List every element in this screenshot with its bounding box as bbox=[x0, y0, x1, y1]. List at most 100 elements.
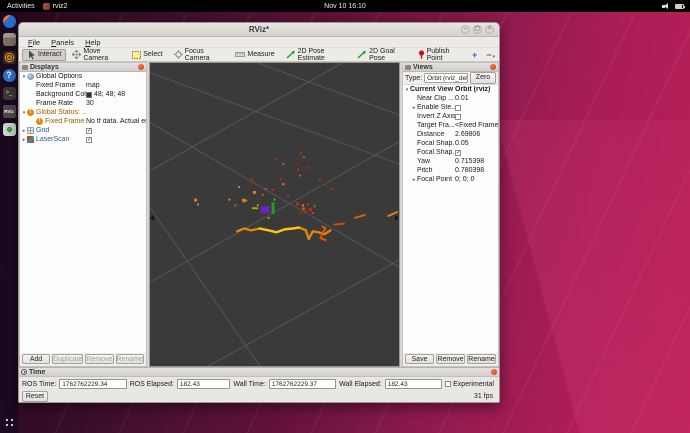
render-viewport[interactable] bbox=[149, 62, 400, 367]
displays-row-value[interactable]: 30 bbox=[86, 100, 146, 107]
displays-row[interactable]: Fixed Framemap bbox=[20, 81, 146, 90]
dock-item-rhythmbox-icon[interactable] bbox=[3, 51, 16, 64]
focused-app-menu[interactable]: rviz2 bbox=[43, 3, 68, 10]
activities-button[interactable]: Activities bbox=[7, 3, 35, 10]
titlebar[interactable]: RViz* − ▢ × bbox=[19, 23, 499, 37]
displays-row-value[interactable]: ✓ bbox=[86, 128, 146, 134]
splitter-collapse-right-icon[interactable] bbox=[395, 215, 399, 221]
dock-item-rviz-icon[interactable]: RViz bbox=[3, 105, 16, 118]
views-panel-header[interactable]: Views bbox=[403, 63, 498, 72]
time-close-icon[interactable] bbox=[491, 369, 497, 375]
views-row-value[interactable]: 0.05 bbox=[455, 140, 498, 147]
displays-row-value[interactable]: 48; 48; 48 bbox=[86, 91, 146, 98]
views-type-dropdown[interactable]: Orbit (rviz_defa ▾ bbox=[424, 73, 468, 83]
display-name: Global Status: ... bbox=[36, 109, 86, 116]
views-remove-button[interactable]: Remove bbox=[436, 354, 465, 364]
clock[interactable]: Nov 10 16:10 bbox=[324, 3, 366, 10]
time-field-input[interactable]: 182.43 bbox=[177, 379, 230, 389]
volume-icon[interactable] bbox=[662, 3, 670, 10]
views-row[interactable]: Focal Shap...✓ bbox=[403, 148, 498, 157]
laser-scan-point bbox=[303, 156, 305, 158]
displays-panel-header[interactable]: Displays bbox=[20, 63, 146, 72]
dock-item-firefox-icon[interactable] bbox=[3, 15, 16, 28]
property-value: 2.69806 bbox=[455, 131, 480, 138]
laser-scan-point bbox=[302, 204, 304, 206]
views-rename-button[interactable]: Rename bbox=[467, 354, 496, 364]
minimize-icon[interactable]: − bbox=[461, 25, 470, 34]
views-row-value[interactable] bbox=[455, 114, 498, 120]
laser-scan-point bbox=[302, 207, 305, 210]
displays-row[interactable]: Frame Rate30 bbox=[20, 99, 146, 108]
views-row-value[interactable]: ✓ bbox=[455, 150, 498, 156]
display-name: Grid bbox=[36, 127, 49, 134]
views-row-value[interactable]: Orbit (rviz) bbox=[455, 86, 498, 93]
displays-close-icon[interactable] bbox=[138, 64, 144, 70]
experimental-checkbox[interactable] bbox=[445, 381, 451, 387]
views-row-value[interactable]: <Fixed Frame> bbox=[455, 122, 498, 129]
displays-row-value[interactable]: map bbox=[86, 82, 146, 89]
time-field-input[interactable]: 1762762229.34 bbox=[59, 379, 126, 389]
views-row[interactable]: Focal Shap...0.05 bbox=[403, 139, 498, 148]
add-tool-button[interactable]: + bbox=[468, 50, 481, 60]
dock-item-terminal-icon[interactable]: >_ bbox=[3, 87, 16, 100]
time-field-input[interactable]: 1762762229.37 bbox=[269, 379, 336, 389]
displays-row[interactable]: !Fixed FrameNo tf data. Actual err... bbox=[20, 117, 146, 126]
close-icon[interactable]: × bbox=[485, 25, 494, 34]
tool-2d-pose-estimate[interactable]: 2D Pose Estimate bbox=[281, 49, 352, 61]
tool-publish-point[interactable]: Publish Point bbox=[413, 49, 467, 61]
views-row[interactable]: Target Fra...<Fixed Frame> bbox=[403, 121, 498, 130]
displays-add-button[interactable]: Add bbox=[22, 354, 50, 364]
display-name: Fixed Frame bbox=[45, 118, 84, 125]
views-row[interactable]: ▾Current ViewOrbit (rviz) bbox=[403, 85, 498, 94]
views-row-value[interactable]: 0.715398 bbox=[455, 158, 498, 165]
remove-tool-button[interactable]: −▾ bbox=[482, 50, 499, 60]
menu-file[interactable]: File bbox=[23, 38, 45, 47]
tool-focus-camera[interactable]: Focus Camera bbox=[169, 49, 230, 61]
checkbox-checked[interactable]: ✓ bbox=[455, 150, 461, 156]
views-row[interactable]: Distance2.69806 bbox=[403, 130, 498, 139]
views-close-icon[interactable] bbox=[490, 64, 496, 70]
views-row-value[interactable]: 2.69806 bbox=[455, 131, 498, 138]
views-row[interactable]: ▸Enable Ste... bbox=[403, 103, 498, 112]
tool-interact[interactable]: Interact bbox=[22, 49, 66, 61]
views-save-button[interactable]: Save bbox=[405, 354, 434, 364]
tool-select[interactable]: Select bbox=[127, 49, 167, 61]
zero-button[interactable]: Zero bbox=[470, 72, 496, 84]
splitter-collapse-left-icon[interactable] bbox=[150, 215, 154, 221]
tool-measure[interactable]: Measure bbox=[230, 49, 279, 61]
views-row[interactable]: Invert Z Axis bbox=[403, 112, 498, 121]
reset-button[interactable]: Reset bbox=[22, 391, 48, 402]
views-row[interactable]: Near Clip ...0.01 bbox=[403, 94, 498, 103]
enabled-checkbox[interactable]: ✓ bbox=[86, 137, 92, 143]
displays-row-value[interactable]: No tf data. Actual err... bbox=[86, 118, 146, 125]
displays-row[interactable]: ▸LaserScan✓ bbox=[20, 135, 146, 144]
views-row[interactable]: ▸Focal Point0; 0; 0 bbox=[403, 175, 498, 184]
time-panel-header[interactable]: Time bbox=[19, 368, 499, 377]
views-row[interactable]: Yaw0.715398 bbox=[403, 157, 498, 166]
checkbox-unchecked[interactable] bbox=[455, 105, 461, 111]
menu-panels[interactable]: Panels bbox=[46, 38, 79, 47]
maximize-icon[interactable]: ▢ bbox=[473, 25, 482, 34]
tool-move-camera[interactable]: Move Camera bbox=[67, 49, 126, 61]
displays-row[interactable]: Background Color48; 48; 48 bbox=[20, 90, 146, 99]
displays-row[interactable]: ▾Global Options bbox=[20, 72, 146, 81]
views-row[interactable]: Pitch0.780398 bbox=[403, 166, 498, 175]
views-row-value[interactable]: 0.780398 bbox=[455, 167, 498, 174]
views-row-value[interactable]: 0; 0; 0 bbox=[455, 176, 498, 183]
dock-item-software-icon[interactable] bbox=[3, 123, 16, 136]
menu-help[interactable]: Help bbox=[80, 38, 105, 47]
checkbox-unchecked[interactable] bbox=[455, 114, 461, 120]
displays-row[interactable]: ▸Grid✓ bbox=[20, 126, 146, 135]
displays-row[interactable]: ▾!Global Status: ... bbox=[20, 108, 146, 117]
displays-row-value[interactable]: ✓ bbox=[86, 137, 146, 143]
time-field-input[interactable]: 182.43 bbox=[385, 379, 442, 389]
enabled-checkbox[interactable]: ✓ bbox=[86, 128, 92, 134]
views-row-value[interactable] bbox=[455, 105, 498, 111]
views-row-value[interactable]: 0.01 bbox=[455, 95, 498, 102]
dock-item-files-icon[interactable] bbox=[3, 33, 16, 46]
displays-row-label-cell: ▸Grid bbox=[20, 127, 86, 134]
dock-item-help-icon[interactable]: ? bbox=[3, 69, 16, 82]
battery-icon[interactable] bbox=[675, 4, 684, 9]
tool-2d-goal-pose[interactable]: 2D Goal Pose bbox=[352, 49, 411, 61]
dock-item-show-apps-icon[interactable] bbox=[3, 416, 16, 429]
